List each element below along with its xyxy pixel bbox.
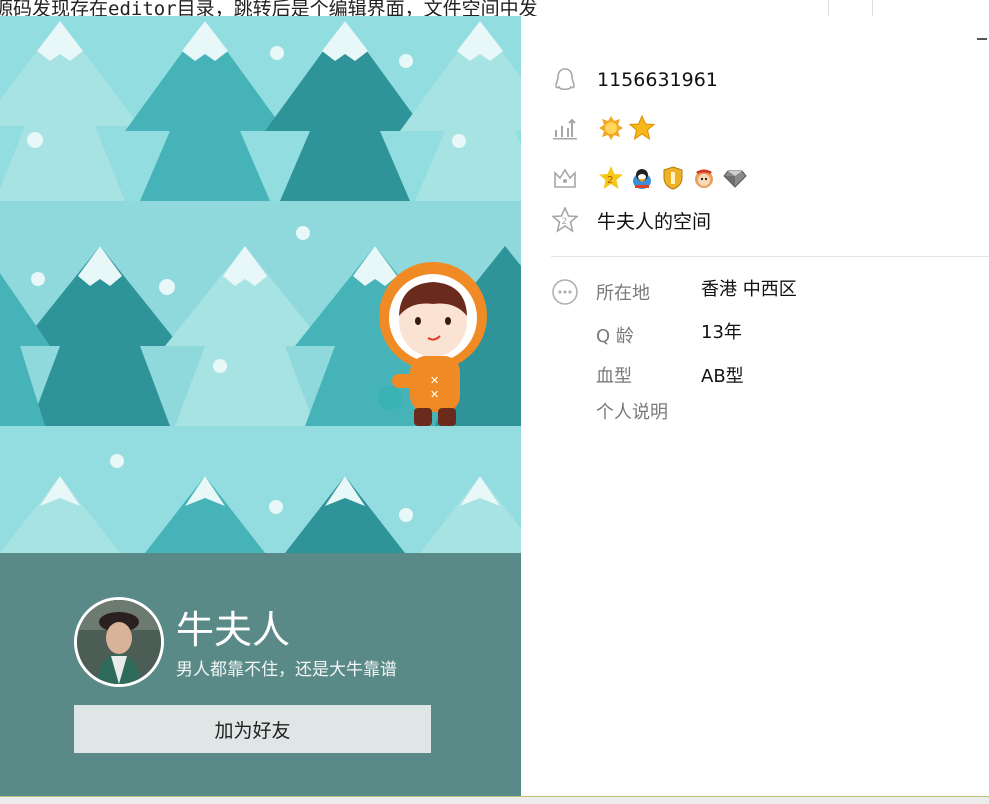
profile-signature: 男人都靠不住，还是大牛靠谱 <box>176 660 397 680</box>
star-level-icon[interactable] <box>628 114 656 142</box>
blood-type-value: AB型 <box>701 366 744 387</box>
snowy-forest-illustration: ✕ ✕ <box>0 16 521 553</box>
background-editor-text: 源码发现存在editor目录，跳转后是个编辑界面，文件空间中发 <box>0 0 538 16</box>
qq-number: 1156631961 <box>597 69 718 91</box>
penguin-outline-icon <box>551 66 579 94</box>
qq-age-label: Q 龄 <box>596 326 634 347</box>
shield-vip-icon[interactable] <box>659 164 687 192</box>
add-friend-button[interactable]: 加为好友 <box>74 705 431 753</box>
qq-age-value: 13年 <box>701 322 742 343</box>
star-vip-icon[interactable]: 2 <box>597 164 625 192</box>
crown-icon <box>551 164 579 192</box>
qq-number-row: 1156631961 <box>551 66 718 94</box>
cover-illustration: ✕ ✕ <box>0 16 521 553</box>
avatar[interactable] <box>74 597 164 687</box>
qzone-link[interactable]: 牛夫人的空间 <box>597 207 711 234</box>
location-value: 香港 中西区 <box>701 279 797 300</box>
location-label: 所在地 <box>596 283 650 304</box>
profile-summary: 牛夫人 男人都靠不住，还是大牛靠谱 加为好友 <box>0 553 521 796</box>
background-divider <box>872 0 873 16</box>
section-divider <box>551 256 989 257</box>
level-chart-icon <box>551 114 579 142</box>
penguin-vip-icon[interactable] <box>628 164 656 192</box>
blood-type-label: 血型 <box>596 366 632 387</box>
profile-cover-panel: ✕ ✕ 牛夫人 男人都靠不住，还是大牛靠谱 加为好友 <box>0 16 521 796</box>
background-divider <box>828 0 829 16</box>
more-info-icon <box>551 278 579 306</box>
svg-text:2: 2 <box>607 175 613 186</box>
window-bottom-edge <box>0 796 989 804</box>
personal-note-label: 个人说明 <box>596 402 668 423</box>
diamond-vip-icon[interactable] <box>721 164 749 192</box>
svg-text:✕: ✕ <box>430 388 439 401</box>
qq-profile-window: 源码发现存在editor目录，跳转后是个编辑界面，文件空间中发 ✕ ✕ 牛夫人 … <box>0 0 989 804</box>
vip-row: 2 <box>551 164 749 192</box>
minimize-icon[interactable] <box>977 38 987 40</box>
space-star-icon: 2 <box>551 206 579 234</box>
avatar-image <box>77 600 161 684</box>
qzone-row[interactable]: 2 牛夫人的空间 <box>551 206 711 234</box>
monkey-vip-icon[interactable] <box>690 164 718 192</box>
profile-nickname: 牛夫人 <box>176 608 291 652</box>
background-editor-window: 源码发现存在editor目录，跳转后是个编辑界面，文件空间中发 <box>0 0 989 16</box>
level-row <box>551 114 656 142</box>
svg-text:✕: ✕ <box>430 374 439 387</box>
svg-text:2: 2 <box>562 217 568 227</box>
profile-details-panel: 1156631961 2 2 牛夫人的空间 所在地 香港 中西区 Q 龄 13年… <box>521 16 989 796</box>
sun-level-icon[interactable] <box>597 114 625 142</box>
